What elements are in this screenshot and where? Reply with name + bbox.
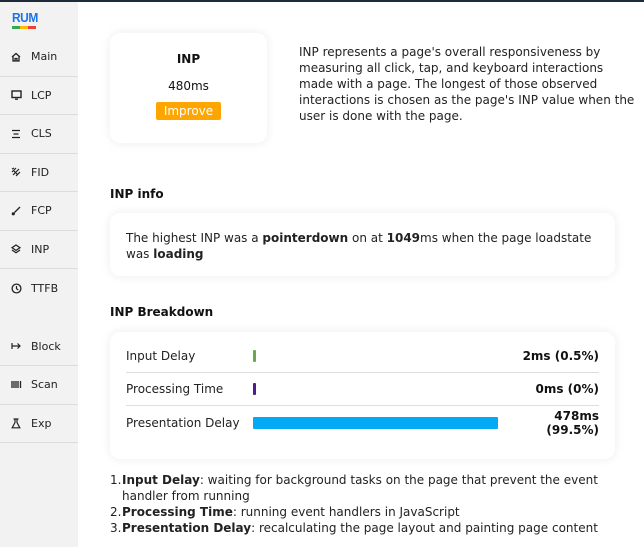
breakdown-legend-list: 1. Input Delay: waiting for background t…: [110, 472, 630, 536]
sidebar-item-label: Main: [31, 50, 58, 64]
breakdown-label: Presentation Delay: [126, 415, 240, 430]
legend-term: Input Delay: [122, 473, 200, 487]
sidebar-item-block[interactable]: Block: [0, 328, 78, 366]
sidebar-item-exp[interactable]: Exp: [0, 405, 78, 443]
layers-icon: [10, 243, 22, 255]
inp-breakdown-heading: INP Breakdown: [110, 305, 214, 319]
info-text: The highest INP was a: [126, 231, 263, 245]
breakdown-label: Processing Time: [126, 382, 224, 396]
breakdown-value: 0ms (0%): [535, 382, 599, 396]
metric-card: INP 480ms Improve: [110, 33, 267, 143]
logo[interactable]: RUM: [0, 2, 78, 38]
sidebar-item-label: LCP: [31, 88, 52, 102]
metric-value: 480ms: [168, 79, 209, 93]
legend-item: 1. Input Delay: waiting for background t…: [110, 472, 630, 504]
info-event: pointerdown: [262, 231, 349, 245]
legend-term: Processing Time: [122, 505, 233, 519]
sidebar-item-cls[interactable]: CLS: [0, 115, 78, 154]
info-loadstate: loading: [153, 247, 204, 261]
inp-info-card: The highest INP was a pointerdown on at …: [110, 213, 615, 276]
breakdown-row-processing-time: Processing Time 0ms (0%): [126, 373, 599, 406]
breakdown-bar-track: [253, 350, 499, 362]
sidebar-item-label: Exp: [31, 416, 52, 430]
sidebar-item-label: FID: [31, 165, 50, 179]
legend-text: : recalculating the page layout and pain…: [251, 521, 598, 535]
logo-bar-red: [28, 26, 36, 29]
sidebar: RUM Main LCP CLS FID FCP INP TTFB Block …: [0, 2, 78, 547]
arrow-right-bar-icon: [10, 340, 22, 352]
logo-bar-green: [12, 26, 20, 29]
info-time: 1049: [386, 231, 421, 245]
clock-icon: [10, 282, 22, 294]
metric-description: INP represents a page's overall responsi…: [299, 45, 635, 123]
home-icon: [10, 51, 22, 63]
legend-number: 1.: [110, 473, 122, 487]
logo-text: RUM: [12, 10, 38, 25]
sidebar-item-inp[interactable]: INP: [0, 231, 78, 269]
breakdown-value: 2ms (0.5%): [522, 349, 599, 363]
breakdown-bar-processing-time: [253, 383, 256, 395]
breakdown-bar-track: [253, 416, 499, 429]
legend-term: Presentation Delay: [122, 521, 252, 535]
monitor-icon: [10, 89, 22, 101]
inp-breakdown-card: Input Delay 2ms (0.5%) Processing Time 0…: [110, 332, 615, 459]
breakdown-bar-presentation-delay: [253, 416, 498, 429]
sidebar-item-label: Scan: [31, 378, 58, 392]
sidebar-item-scan[interactable]: Scan: [0, 366, 78, 405]
align-icon: [10, 128, 22, 140]
flask-icon: [10, 417, 22, 429]
sidebar-item-main[interactable]: Main: [0, 38, 78, 77]
sidebar-item-label: FCP: [31, 204, 52, 218]
breakdown-value: 478ms (99.5%): [546, 408, 599, 437]
logo-color-bar: [12, 26, 36, 29]
sidebar-item-label: TTFB: [31, 281, 59, 295]
legend-text-wrap: Input Delay: waiting for background task…: [122, 472, 630, 504]
logo-bar-yellow: [20, 26, 28, 29]
legend-text-wrap: Processing Time: running event handlers …: [122, 504, 460, 520]
sidebar-item-fid[interactable]: FID: [0, 154, 78, 192]
main-content: INP 480ms Improve INP represents a page'…: [78, 2, 644, 547]
legend-text-wrap: Presentation Delay: recalculating the pa…: [122, 520, 598, 536]
sidebar-item-ttfb[interactable]: TTFB: [0, 269, 78, 308]
pointer-icon: [10, 166, 22, 178]
barcode-icon: [10, 379, 22, 391]
breakdown-bar-track: [253, 383, 499, 395]
breakdown-row-input-delay: Input Delay 2ms (0.5%): [126, 340, 599, 373]
sidebar-item-lcp[interactable]: LCP: [0, 77, 78, 115]
breakdown-label: Input Delay: [126, 349, 196, 363]
legend-number: 3.: [110, 521, 122, 535]
inp-info-heading: INP info: [110, 187, 164, 201]
legend-item: 3. Presentation Delay: recalculating the…: [110, 520, 630, 536]
sidebar-item-label: INP: [31, 242, 50, 256]
legend-item: 2. Processing Time: running event handle…: [110, 504, 630, 520]
sidebar-item-label: Block: [31, 339, 61, 353]
improve-button[interactable]: Improve: [155, 102, 222, 120]
sidebar-item-label: CLS: [31, 127, 52, 141]
legend-number: 2.: [110, 505, 122, 519]
breakdown-bar-input-delay: [253, 350, 256, 362]
info-text: on at: [348, 231, 387, 245]
sidebar-item-fcp[interactable]: FCP: [0, 192, 78, 231]
legend-text: : running event handlers in JavaScript: [232, 505, 460, 519]
breakdown-row-presentation-delay: Presentation Delay 478ms (99.5%): [126, 406, 599, 439]
metric-title: INP: [176, 52, 201, 66]
brush-icon: [10, 205, 22, 217]
